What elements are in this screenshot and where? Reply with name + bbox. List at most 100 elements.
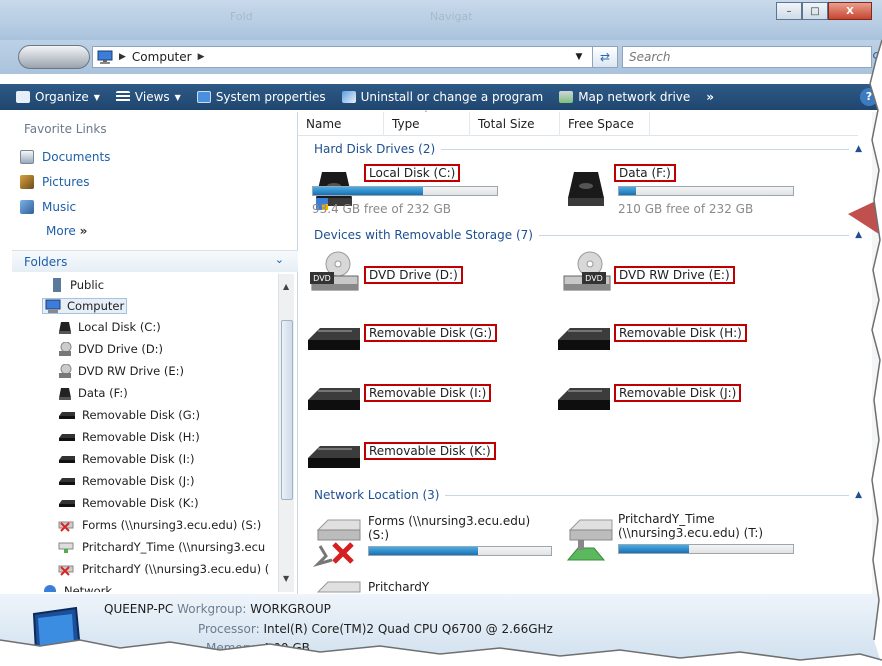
tree-item-removable-h[interactable]: Removable Disk (H:) xyxy=(58,430,200,444)
column-total-size[interactable]: Total Size xyxy=(470,112,560,136)
dvd-drive-icon xyxy=(59,342,72,356)
collapse-caret-icon[interactable]: ▲ xyxy=(855,490,862,500)
disconnected-network-drive-icon xyxy=(58,521,74,532)
dvd-drive-d-icon[interactable]: DVD xyxy=(308,250,362,298)
column-name[interactable]: Name xyxy=(298,112,384,136)
tree-item-computer[interactable]: Computer xyxy=(42,298,128,314)
maximize-button[interactable]: □ xyxy=(802,2,828,20)
more-label: More xyxy=(46,224,76,238)
address-bar[interactable]: ▶ Computer ▶ xyxy=(92,46,612,68)
drive-c-label[interactable]: Local Disk (C:) xyxy=(364,164,461,182)
back-forward-buttons[interactable] xyxy=(18,45,90,69)
chevron-down-icon[interactable]: ⌄ xyxy=(275,253,284,266)
removable-disk-j-icon[interactable] xyxy=(556,384,612,414)
pictures-icon xyxy=(20,175,34,189)
folders-header[interactable]: Folders ⌄ xyxy=(12,250,298,272)
network-s-usage-fill xyxy=(369,547,479,555)
scrollbar-thumb[interactable] xyxy=(281,320,293,500)
ghost-title-right: Navigat xyxy=(430,10,473,23)
group-removable-storage[interactable]: Devices with Removable Storage (7) ▲ xyxy=(314,228,862,242)
group-network-location[interactable]: Network Location (3) ▲ xyxy=(314,488,862,502)
disconnected-network-drive-icon xyxy=(58,565,74,576)
favorite-documents[interactable]: Documents xyxy=(20,150,110,164)
breadcrumb-arrow-icon[interactable]: ▶ xyxy=(119,52,126,62)
address-dropdown-icon[interactable]: ▼ xyxy=(568,46,590,68)
network-t-label-line1[interactable]: PritchardY_Time xyxy=(618,512,715,526)
drive-h-label[interactable]: Removable Disk (H:) xyxy=(614,324,747,342)
tree-item-removable-i[interactable]: Removable Disk (I:) xyxy=(58,452,194,466)
organize-icon xyxy=(16,91,30,103)
close-button[interactable]: X xyxy=(828,2,872,20)
tree-item-network[interactable]: Network xyxy=(42,584,112,592)
map-network-drive-button[interactable]: Map network drive xyxy=(559,90,690,104)
tree-item-dvd-drive-d[interactable]: DVD Drive (D:) xyxy=(58,342,163,356)
tree-item-removable-k[interactable]: Removable Disk (K:) xyxy=(58,496,199,510)
search-icon[interactable]: ⚲ xyxy=(872,50,881,64)
minimize-button[interactable]: – xyxy=(776,2,802,20)
folder-tree-scrollbar[interactable]: ▲ ▼ xyxy=(278,274,294,592)
scroll-up-icon[interactable]: ▲ xyxy=(283,282,289,291)
drive-g-label[interactable]: Removable Disk (G:) xyxy=(364,324,498,342)
tree-item-label: Computer xyxy=(67,299,125,313)
details-pane: QUEENP-PC Workgroup: WORKGROUP Processor… xyxy=(0,594,882,666)
tree-item-local-disk-c[interactable]: Local Disk (C:) xyxy=(58,320,161,334)
column-type[interactable]: Type ˆ xyxy=(384,110,470,136)
favorite-pictures[interactable]: Pictures xyxy=(20,175,90,189)
drive-j-label[interactable]: Removable Disk (J:) xyxy=(614,384,742,402)
removable-disk-icon xyxy=(59,478,75,485)
search-input[interactable]: Search xyxy=(622,46,872,68)
column-free-space[interactable]: Free Space xyxy=(560,112,650,136)
chevron-down-icon: ▼ xyxy=(174,92,181,102)
network-drive-t-icon[interactable] xyxy=(564,516,616,568)
help-icon[interactable]: ? xyxy=(860,88,878,106)
favorite-documents-label: Documents xyxy=(42,150,111,164)
network-s-label-line1[interactable]: Forms (\\nursing3.ecu.edu) xyxy=(368,514,530,528)
system-properties-button[interactable]: System properties xyxy=(196,90,326,104)
drive-k-label[interactable]: Removable Disk (K:) xyxy=(364,442,496,460)
views-button[interactable]: Views ▼ xyxy=(115,90,181,104)
network-s-label-line2[interactable]: (S:) xyxy=(368,528,389,542)
breadcrumb-arrow-icon[interactable]: ▶ xyxy=(198,52,205,62)
network-t-label-line2[interactable]: (\\nursing3.ecu.edu) (T:) xyxy=(618,526,763,540)
drive-f-label[interactable]: Data (F:) xyxy=(614,164,676,182)
dvd-drive-e-icon[interactable]: DVD xyxy=(560,250,614,298)
tree-item-pritcharday-time-t[interactable]: PritchardY_Time (\\nursing3.ecu xyxy=(58,540,265,554)
removable-disk-k-icon[interactable] xyxy=(306,442,362,472)
removable-disk-i-icon[interactable] xyxy=(306,384,362,414)
uninstall-button[interactable]: Uninstall or change a program xyxy=(341,90,544,104)
drive-c-usage-fill xyxy=(313,187,424,195)
sort-caret-icon: ˆ xyxy=(424,110,428,119)
disconnected-network-drive-s-icon[interactable] xyxy=(312,516,364,568)
more-favorites-link[interactable]: More » xyxy=(46,224,87,238)
tree-item-label: PritchardY_Time (\\nursing3.ecu xyxy=(82,540,266,554)
tree-item-data-f[interactable]: Data (F:) xyxy=(58,386,128,400)
favorite-music[interactable]: Music xyxy=(20,200,76,214)
toolbar-overflow-button[interactable]: » xyxy=(706,90,714,104)
organize-button[interactable]: Organize ▼ xyxy=(16,90,100,104)
refresh-button[interactable]: ⇄ xyxy=(592,46,618,68)
tree-item-public[interactable]: Public xyxy=(52,278,104,292)
tree-item-forms-s[interactable]: Forms (\\nursing3.ecu.edu) (S:) xyxy=(58,518,261,532)
views-label: Views xyxy=(134,90,170,104)
removable-disk-h-icon[interactable] xyxy=(556,324,612,354)
title-bar[interactable]: Fold Navigat – □ X xyxy=(0,0,882,40)
drive-e-label[interactable]: DVD RW Drive (E:) xyxy=(614,266,735,284)
scroll-down-icon[interactable]: ▼ xyxy=(283,574,289,583)
drive-i-label[interactable]: Removable Disk (I:) xyxy=(364,384,492,402)
collapse-caret-icon[interactable]: ▲ xyxy=(855,144,862,154)
tree-item-dvd-rw-drive-e[interactable]: DVD RW Drive (E:) xyxy=(58,364,184,378)
removable-disk-g-icon[interactable] xyxy=(306,324,362,354)
documents-icon xyxy=(20,150,34,164)
tree-item-removable-g[interactable]: Removable Disk (G:) xyxy=(58,408,200,422)
network-u-label[interactable]: PritchardY xyxy=(368,580,429,594)
drive-d-label[interactable]: DVD Drive (D:) xyxy=(364,266,463,284)
hard-disk-f-icon[interactable] xyxy=(566,168,608,212)
network-drive-u-icon[interactable] xyxy=(312,578,364,594)
uninstall-label: Uninstall or change a program xyxy=(360,90,544,104)
group-divider xyxy=(441,148,850,150)
content-scrollbar[interactable] xyxy=(872,112,882,594)
tree-item-pritcharday[interactable]: PritchardY (\\nursing3.ecu.edu) ( xyxy=(58,562,269,576)
group-hard-disk-drives[interactable]: Hard Disk Drives (2) ▲ xyxy=(314,142,862,156)
tree-item-removable-j[interactable]: Removable Disk (J:) xyxy=(58,474,194,488)
breadcrumb-computer[interactable]: Computer xyxy=(132,50,192,64)
